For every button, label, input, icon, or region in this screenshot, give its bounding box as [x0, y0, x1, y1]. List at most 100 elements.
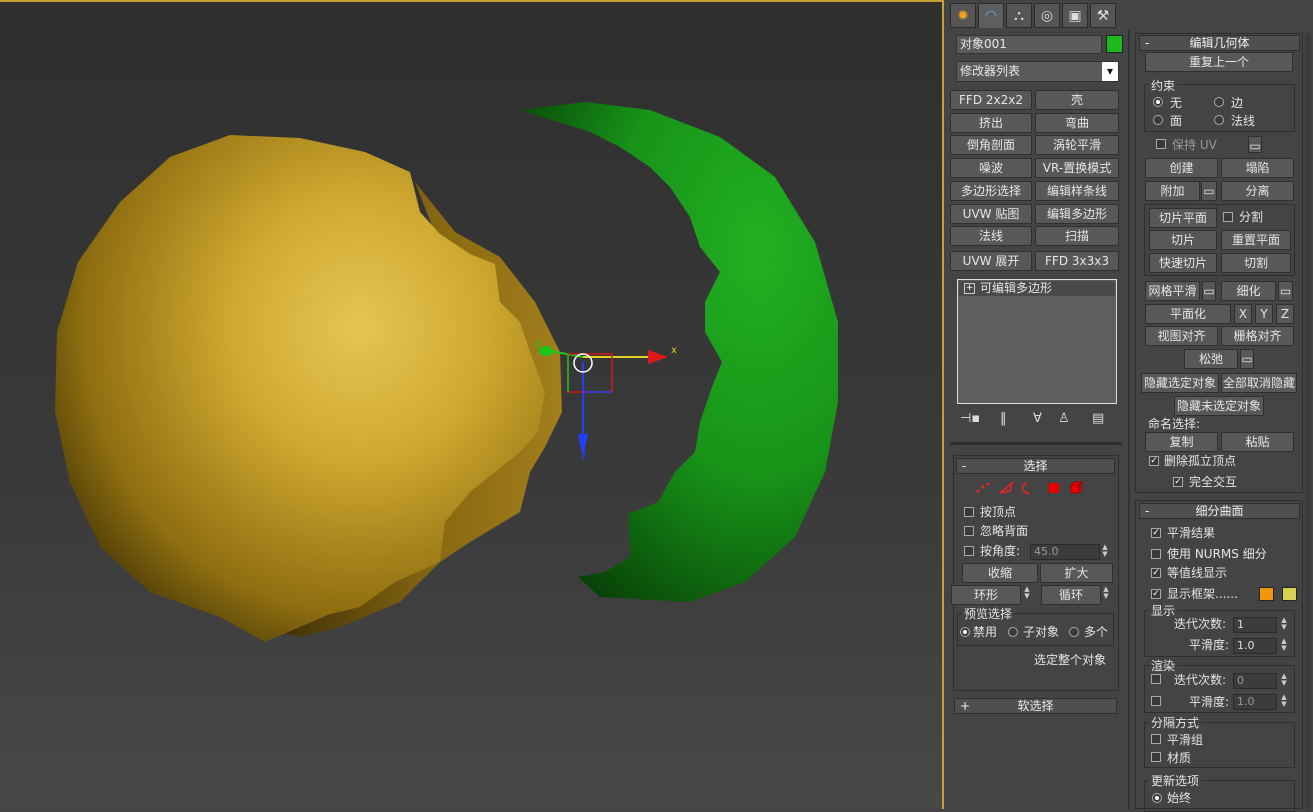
modifier-edit-poly-button[interactable]: 编辑多边形: [1035, 204, 1119, 224]
perspective-viewport[interactable]: x y z: [0, 0, 944, 809]
stack-item-editable-poly[interactable]: + 可编辑多边形: [959, 281, 1115, 296]
preserve-uv-settings-icon[interactable]: ▭: [1248, 136, 1262, 153]
modifier-bevel-profile-button[interactable]: 倒角剖面: [950, 135, 1032, 155]
constraint-none-radio[interactable]: [1153, 97, 1163, 107]
constraint-face-radio[interactable]: [1153, 115, 1163, 125]
split-checkbox[interactable]: [1223, 212, 1233, 222]
use-nurms-checkbox[interactable]: [1151, 549, 1161, 559]
show-cage-checkbox[interactable]: ✓: [1151, 589, 1161, 599]
render-smoothness-spinner[interactable]: 1.0: [1233, 694, 1277, 710]
panel-scrollbar[interactable]: [1305, 33, 1311, 809]
tessellate-settings-icon[interactable]: ▭: [1278, 281, 1293, 301]
selection-rollout-header[interactable]: - 选择: [956, 458, 1115, 474]
loop-spinner-icon[interactable]: ▲ ▼: [1101, 586, 1111, 602]
by-angle-spinner[interactable]: 45.0: [1030, 544, 1100, 560]
modifier-bend-button[interactable]: 弯曲: [1035, 113, 1119, 133]
constraint-normal-radio[interactable]: [1214, 115, 1224, 125]
modifier-edit-spline-button[interactable]: 编辑样条线: [1035, 181, 1119, 201]
update-always-radio[interactable]: [1152, 793, 1162, 803]
subdivision-header[interactable]: - 细分曲面: [1139, 503, 1300, 519]
motion-tab[interactable]: ◎: [1034, 3, 1060, 28]
ring-button[interactable]: 环形: [951, 585, 1021, 605]
planar-y-button[interactable]: Y: [1255, 304, 1273, 324]
modifier-list-dropdown[interactable]: 修改器列表: [956, 61, 1119, 82]
stack-expand-icon[interactable]: +: [964, 283, 975, 294]
loop-button[interactable]: 循环: [1041, 585, 1101, 605]
render-iterations-checkbox[interactable]: [1151, 674, 1161, 684]
constraint-edge-radio[interactable]: [1214, 97, 1224, 107]
paste-button[interactable]: 粘贴: [1221, 432, 1294, 452]
create-button[interactable]: 创建: [1145, 158, 1218, 178]
modifier-shell-button[interactable]: 壳: [1035, 90, 1119, 110]
modifier-uvw-map-button[interactable]: UVW 贴图: [950, 204, 1032, 224]
meshsmooth-button[interactable]: 网格平滑: [1145, 281, 1200, 301]
smooth-result-checkbox[interactable]: ✓: [1151, 528, 1161, 538]
modifier-extrude-button[interactable]: 挤出: [950, 113, 1032, 133]
modifier-vr-displace-button[interactable]: VR-置换模式: [1035, 158, 1119, 178]
planar-z-button[interactable]: Z: [1276, 304, 1294, 324]
meshsmooth-settings-icon[interactable]: ▭: [1202, 281, 1216, 301]
delete-isolated-checkbox[interactable]: ✓: [1149, 456, 1159, 466]
utilities-tab[interactable]: ⚒: [1090, 3, 1116, 28]
tessellate-button[interactable]: 细化: [1221, 281, 1276, 301]
ignore-backfacing-checkbox[interactable]: [964, 526, 974, 536]
preview-multi-radio[interactable]: [1069, 627, 1079, 637]
modifier-turbosmooth-button[interactable]: 涡轮平滑: [1035, 135, 1119, 155]
spinner-arrows-icon[interactable]: ▲ ▼: [1279, 694, 1289, 710]
spinner-arrows-icon[interactable]: ▲ ▼: [1279, 638, 1289, 654]
create-tab[interactable]: ✹: [950, 3, 976, 28]
quickslice-button[interactable]: 快速切片: [1149, 253, 1217, 273]
materials-checkbox[interactable]: [1151, 752, 1161, 762]
detach-button[interactable]: 分离: [1221, 181, 1294, 201]
view-align-button[interactable]: 视图对齐: [1145, 326, 1218, 346]
remove-modifier-icon[interactable]: ♙: [1058, 411, 1070, 426]
display-smoothness-spinner[interactable]: 1.0: [1233, 638, 1277, 654]
hide-selected-button[interactable]: 隐藏选定对象: [1141, 373, 1219, 393]
grid-align-button[interactable]: 栅格对齐: [1221, 326, 1294, 346]
unhide-all-button[interactable]: 全部取消隐藏: [1221, 373, 1297, 393]
smoothing-groups-checkbox[interactable]: [1151, 734, 1161, 744]
modifier-normal-button[interactable]: 法线: [950, 226, 1032, 246]
relax-settings-icon[interactable]: ▭: [1240, 349, 1254, 369]
grow-button[interactable]: 扩大: [1040, 563, 1113, 583]
cage-color-swatch[interactable]: [1259, 587, 1274, 601]
repeat-last-button[interactable]: 重复上一个: [1145, 52, 1293, 72]
spinner-arrows-icon[interactable]: ▲ ▼: [1100, 544, 1110, 560]
preview-subobject-radio[interactable]: [1008, 627, 1018, 637]
modifier-ffd3x3x3-button[interactable]: FFD 3x3x3: [1035, 251, 1119, 271]
preserve-uv-checkbox[interactable]: [1156, 139, 1166, 149]
cage-selection-color-swatch[interactable]: [1282, 587, 1297, 601]
render-iterations-spinner[interactable]: 0: [1233, 673, 1277, 689]
ring-spinner-icon[interactable]: ▲ ▼: [1022, 586, 1032, 602]
planar-x-button[interactable]: X: [1234, 304, 1252, 324]
cut-button[interactable]: 切割: [1221, 253, 1291, 273]
modifier-poly-select-button[interactable]: 多边形选择: [950, 181, 1032, 201]
spinner-arrows-icon[interactable]: ▲ ▼: [1279, 617, 1289, 633]
modifier-unwrap-uvw-button[interactable]: UVW 展开: [950, 251, 1032, 271]
object-color-swatch[interactable]: [1106, 35, 1123, 53]
configure-sets-icon[interactable]: ▤: [1092, 411, 1104, 426]
slice-button[interactable]: 切片: [1149, 230, 1217, 250]
render-smoothness-checkbox[interactable]: [1151, 696, 1161, 706]
slice-plane-button[interactable]: 切片平面: [1149, 208, 1217, 228]
show-end-result-icon[interactable]: ‖: [1000, 411, 1007, 426]
hierarchy-tab[interactable]: ⛬: [1006, 3, 1032, 28]
soft-selection-rollout-header[interactable]: + 软选择: [954, 698, 1117, 714]
attach-button[interactable]: 附加: [1145, 181, 1200, 201]
modifier-sweep-button[interactable]: 扫描: [1035, 226, 1119, 246]
shrink-button[interactable]: 收缩: [962, 563, 1038, 583]
by-vertex-checkbox[interactable]: [964, 507, 974, 517]
attach-settings-icon[interactable]: ▭: [1201, 181, 1217, 201]
edit-geometry-header[interactable]: - 编辑几何体: [1139, 35, 1300, 51]
make-planar-button[interactable]: 平面化: [1145, 304, 1231, 324]
isoline-display-checkbox[interactable]: ✓: [1151, 568, 1161, 578]
pin-stack-icon[interactable]: ⊣▪: [960, 411, 980, 426]
modifier-ffd2x2x2-button[interactable]: FFD 2x2x2: [950, 90, 1032, 110]
modifier-stack[interactable]: + 可编辑多边形: [957, 279, 1117, 404]
spinner-arrows-icon[interactable]: ▲ ▼: [1279, 673, 1289, 689]
collapse-button[interactable]: 塌陷: [1221, 158, 1294, 178]
reset-plane-button[interactable]: 重置平面: [1221, 230, 1291, 250]
hide-unselected-button[interactable]: 隐藏未选定对象: [1174, 396, 1264, 416]
preview-off-radio[interactable]: [960, 627, 970, 637]
copy-button[interactable]: 复制: [1145, 432, 1218, 452]
